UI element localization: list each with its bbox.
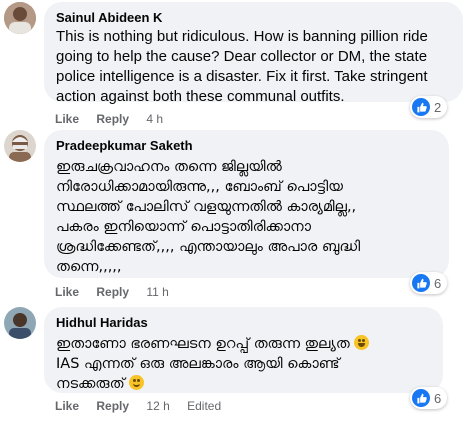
- edited-label[interactable]: Edited: [187, 399, 221, 413]
- comment-line: നിരോധിക്കാമായിരുന്നു,,, ബോംബ് പൊട്ടിയ: [56, 179, 343, 195]
- comment-line-text: നടക്കരുത്: [56, 376, 125, 392]
- comment-bubble: Sainul Abideen K This is nothing but rid…: [44, 2, 463, 105]
- like-link[interactable]: Like: [55, 112, 79, 126]
- reaction-summary[interactable]: 2: [410, 96, 448, 118]
- comment-line: നടക്കരുത്: [56, 374, 431, 394]
- reaction-count: 2: [434, 99, 442, 115]
- comment-line-text: ഇതാണോ ഭരണഘടന ഉറപ്പ് തരുന്ന തുല്യത: [56, 336, 350, 352]
- comment-line: ശ്രദ്ധിക്കേണ്ടത്,,,, എന്തായാലും അപാര ബുദ…: [56, 239, 361, 255]
- comment-author[interactable]: Sainul Abideen K: [56, 9, 451, 26]
- like-thumb-icon: [412, 389, 430, 407]
- comment-text: ഇരുചക്രവാഹനം തന്നെ ജില്ലയിൽ നിരോധിക്കാമാ…: [56, 157, 437, 277]
- timestamp[interactable]: 4 h: [146, 112, 163, 126]
- reaction-summary[interactable]: 6: [410, 272, 448, 294]
- comment-line: This is nothing but ridiculous. How is b…: [56, 28, 428, 45]
- comment-text: ഇതാണോ ഭരണഘടന ഉറപ്പ് തരുന്ന തുല്യത IAS എന…: [56, 334, 431, 394]
- timestamp[interactable]: 11 h: [146, 285, 168, 299]
- comment-line: IAS എന്നത് ഒരു അലങ്കാരം ആയി കൊണ്ട്: [56, 356, 340, 372]
- timestamp[interactable]: 12 h: [146, 399, 169, 413]
- comment-line: police intelligence is a disaster. Fix i…: [56, 68, 428, 85]
- comment-line: action against both these communal outfi…: [56, 88, 345, 105]
- avatar[interactable]: [4, 307, 36, 339]
- comment-line: ഇതാണോ ഭരണഘടന ഉറപ്പ് തരുന്ന തുല്യത: [56, 334, 431, 354]
- like-thumb-icon: [412, 98, 430, 116]
- comment-author[interactable]: Hidhul Haridas: [56, 314, 431, 331]
- like-link[interactable]: Like: [55, 285, 79, 299]
- comment-line: തന്നെ,,,,,: [56, 259, 122, 275]
- comment-line: going to help the cause? Dear collector …: [56, 48, 428, 65]
- reply-link[interactable]: Reply: [96, 112, 129, 126]
- reply-link[interactable]: Reply: [96, 285, 129, 299]
- avatar[interactable]: [4, 2, 36, 34]
- reaction-count: 6: [434, 390, 442, 406]
- comment-author[interactable]: Pradeepkumar Saketh: [56, 137, 437, 154]
- laughing-face-icon: [354, 335, 370, 350]
- comment-actions: Like Reply 11 h: [55, 284, 183, 300]
- comment-actions: Like Reply 12 h Edited: [55, 398, 235, 414]
- comment-line: ഇരുചക്രവാഹനം തന്നെ ജില്ലയിൽ: [56, 159, 282, 175]
- comment-bubble: Pradeepkumar Saketh ഇരുചക്രവാഹനം തന്നെ ജ…: [44, 130, 449, 278]
- comment-actions: Like Reply 4 h: [55, 111, 177, 127]
- comment-text: This is nothing but ridiculous. How is b…: [56, 27, 451, 107]
- like-link[interactable]: Like: [55, 399, 79, 413]
- reaction-count: 6: [434, 275, 442, 291]
- reaction-summary[interactable]: 6: [410, 387, 448, 409]
- like-thumb-icon: [412, 274, 430, 292]
- reply-link[interactable]: Reply: [96, 399, 129, 413]
- comment-line: സ്ഥലത്ത് പോലിസ് വളയുന്നതിൽ കാര്യമില്ല,,: [56, 199, 357, 215]
- comment-line: പകരം ഇനിയൊന്ന് പൊട്ടാതിരിക്കാനാ: [56, 219, 311, 235]
- avatar[interactable]: [4, 130, 36, 162]
- comment-bubble: Hidhul Haridas ഇതാണോ ഭരണഘടന ഉറപ്പ് തരുന്…: [44, 307, 443, 393]
- smiling-face-icon: [129, 375, 145, 390]
